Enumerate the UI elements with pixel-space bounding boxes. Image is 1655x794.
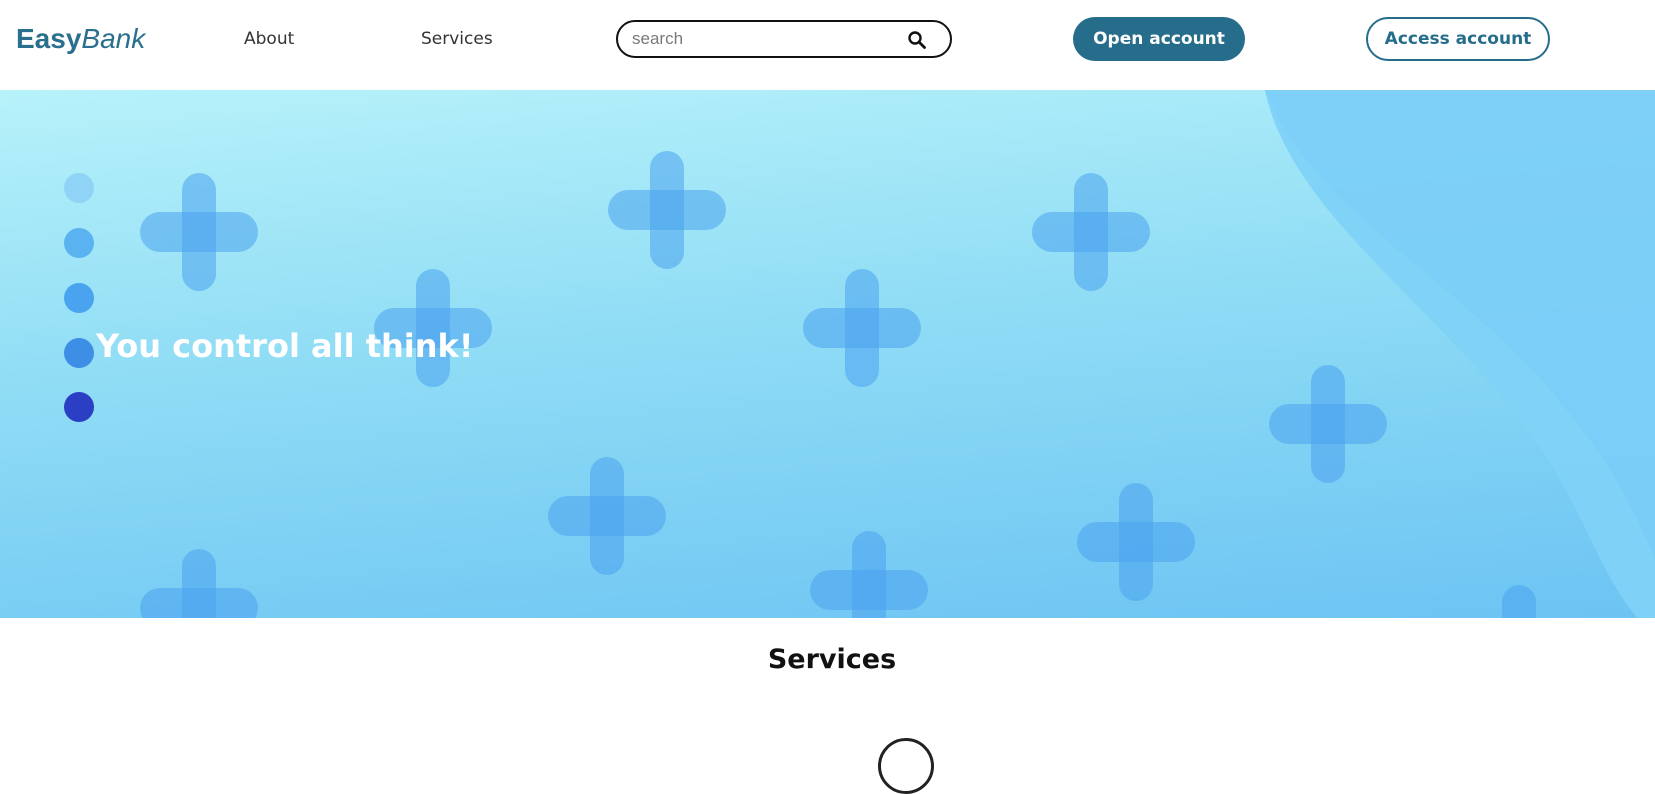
slider-dot-3[interactable] [64,283,94,313]
slider-dot-2[interactable] [64,228,94,258]
access-account-button[interactable]: Access account [1366,17,1550,61]
open-account-button[interactable]: Open account [1073,17,1245,61]
nav-about-link[interactable]: About [244,28,294,50]
logo-bold: Easy [16,23,82,54]
search-icon [908,31,926,49]
services-section-title: Services [767,644,897,675]
service-icon [878,738,934,794]
search-input[interactable] [632,28,902,50]
hero-title: You control all think! [96,327,474,365]
logo[interactable]: EasyBank [16,22,145,56]
search-button[interactable] [904,27,930,53]
logo-italic: Bank [81,23,146,54]
slider-dot-5[interactable] [64,392,94,422]
slider-dot-1[interactable] [64,173,94,203]
slider-dot-4[interactable] [64,338,94,368]
hero-banner: You control all think! [0,90,1655,618]
nav-services-link[interactable]: Services [421,28,493,50]
search-box [616,20,952,58]
site-header: EasyBank About Services Open account Acc… [0,0,1655,90]
